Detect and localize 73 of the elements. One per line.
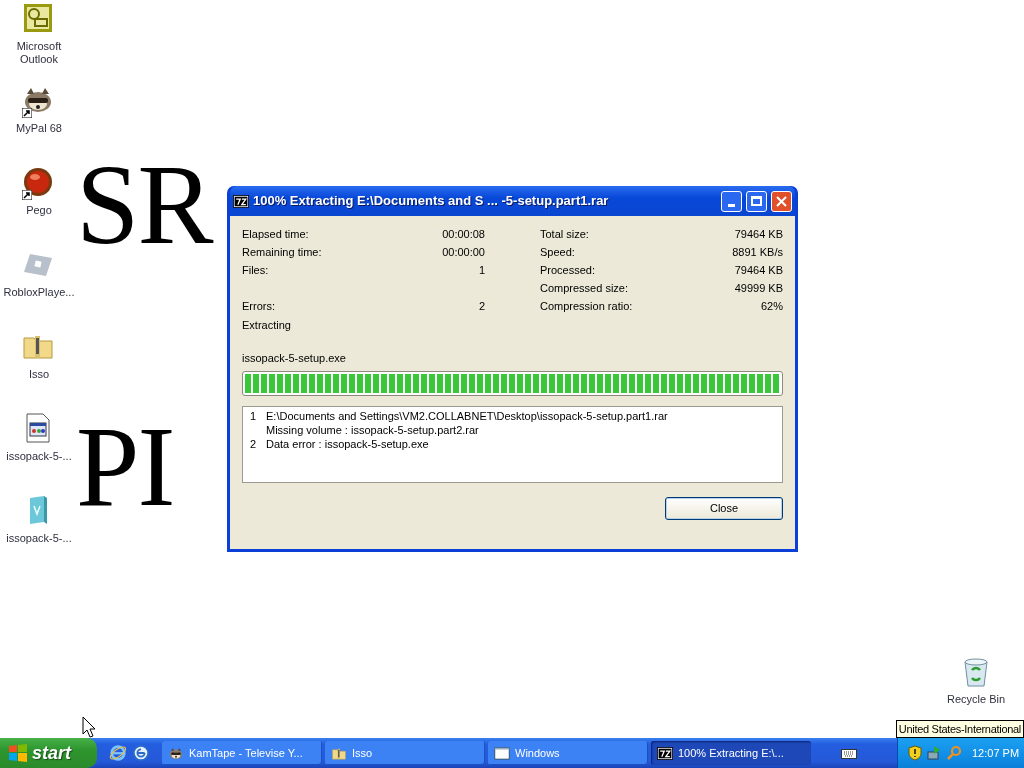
quick-launch-button[interactable] <box>109 744 127 762</box>
wallpaper-text: PI <box>76 410 174 524</box>
message-text: Missing volume : issopack-5-setup.part2.rar <box>266 423 480 437</box>
keyboard-icon[interactable] <box>841 747 857 759</box>
current-file: issopack-5-setup.exe <box>242 351 347 366</box>
stat-label: Total size: <box>540 227 589 242</box>
desktop-icon[interactable]: Pego <box>0 166 78 230</box>
desktop-icon[interactable]: issopack-5-... <box>0 412 78 476</box>
stat-label: Speed: <box>540 245 575 260</box>
shortcut-arrow-icon <box>22 190 32 200</box>
mouse-pointer-icon <box>82 716 96 738</box>
taskbar-button[interactable]: 100% Extracting E:\... <box>651 741 811 765</box>
close-icon <box>776 195 787 207</box>
sevenzip-icon <box>233 194 249 208</box>
shield-icon[interactable] <box>908 745 922 761</box>
stat-value: 62% <box>760 299 783 314</box>
message-number: 1 <box>250 409 258 424</box>
message-text: Data error : issopack-5-setup.exe <box>266 437 429 451</box>
status-text: Extracting <box>242 318 292 333</box>
desktop-icon[interactable]: Microsoft Outlook <box>0 2 78 66</box>
stat-label: Compression ratio: <box>540 299 633 314</box>
quick-launch-button[interactable] <box>132 744 150 762</box>
desktop-icon[interactable]: issopack-5-... <box>0 494 78 558</box>
desktop-icon[interactable]: MyPal 68 <box>0 84 78 148</box>
desktop-icon[interactable]: RobloxPlaye... <box>0 248 78 312</box>
window-title: 100% Extracting E:\Documents and S ... -5-setup.part1.rar <box>253 192 610 211</box>
close-button[interactable] <box>771 190 792 212</box>
clock: 12:07 PM <box>972 745 1020 761</box>
icon-label: MyPal 68 <box>16 122 62 135</box>
sevenzip-icon <box>657 745 673 761</box>
calendar-clock-icon <box>22 2 54 34</box>
windows-flag-icon <box>8 744 28 762</box>
taskbar-button[interactable]: Windows <box>488 741 648 765</box>
stat-value: 79464 KB <box>734 227 783 242</box>
stat-value: 00:00:08 <box>442 227 485 242</box>
icon-label: Microsoft Outlook <box>15 40 63 66</box>
tooltip: United States-International <box>895 720 1024 738</box>
close-dialog-button[interactable]: Close <box>665 497 783 520</box>
taskbar-button[interactable]: KamTape - Televise Y... <box>162 741 322 765</box>
desktop-icon[interactable]: Recycle Bin <box>940 656 1012 708</box>
stat-label: Errors: <box>242 299 275 314</box>
taskbar-button[interactable]: Isso <box>325 741 485 765</box>
stat-value: 2 <box>478 299 485 314</box>
wallpaper-text: SR <box>76 148 212 262</box>
message-number: 2 <box>250 437 258 451</box>
stat-value: 00:00:00 <box>442 245 485 260</box>
icon-label: issopack-5-... <box>6 450 72 463</box>
recycle-bin-icon <box>961 656 991 688</box>
window-icon <box>494 745 510 761</box>
icon-label: issopack-5-... <box>6 532 72 545</box>
browser-e-icon <box>109 744 127 762</box>
stat-value: 79464 KB <box>734 263 783 278</box>
stat-value: 49999 KB <box>734 281 783 296</box>
desktop-icon[interactable]: Isso <box>0 330 78 394</box>
icon-label: Pego <box>26 204 52 217</box>
minimize-button[interactable] <box>721 190 742 212</box>
stat-label: Files: <box>242 263 269 278</box>
orb-icon <box>22 166 54 198</box>
icon-label: Isso <box>28 368 50 381</box>
start-button[interactable]: start <box>0 738 97 768</box>
stat-label: Compressed size: <box>540 281 629 296</box>
browser-page-icon <box>132 744 150 762</box>
maximize-button[interactable] <box>746 190 767 212</box>
shortcut-arrow-icon <box>22 108 32 118</box>
stat-value: 8891 KB/s <box>732 245 783 260</box>
stat-label: Remaining time: <box>242 245 322 260</box>
raccoon-icon <box>168 745 184 761</box>
icon-label: Recycle Bin <box>946 692 1006 707</box>
stat-label: Elapsed time: <box>242 227 309 242</box>
stat-value: 1 <box>478 263 485 278</box>
icon-label: RobloxPlaye... <box>3 286 75 299</box>
message-text: E:\Documents and Settings\VM2.COLLABNET\Desktop\issopack-5-setup.part1.rar <box>266 409 668 423</box>
stat-label: Processed: <box>540 263 596 278</box>
